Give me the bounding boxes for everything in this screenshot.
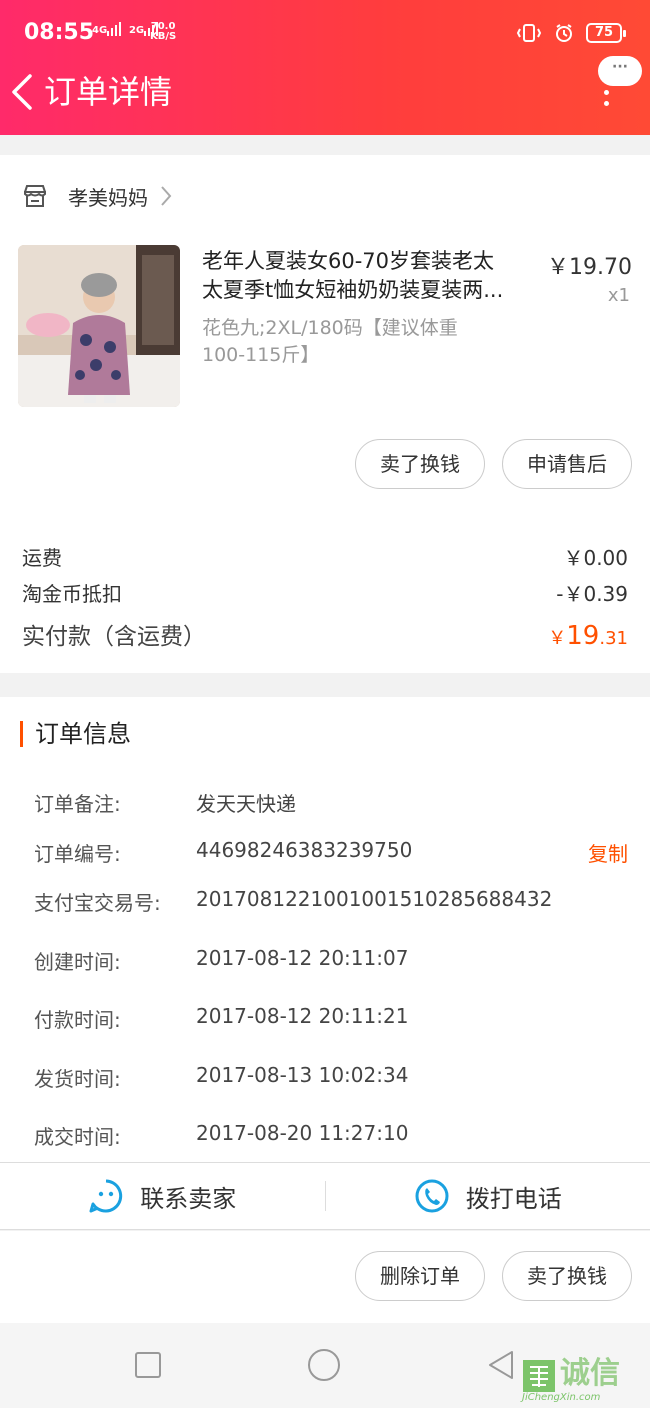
info-label: 创建时间: <box>34 950 121 974</box>
contact-seller-button[interactable]: 联系卖家 <box>0 1163 325 1229</box>
resell-bottom-button[interactable]: 卖了换钱 <box>502 1251 632 1301</box>
shipping-value: ￥0.00 <box>563 546 628 570</box>
order-info-title: 订单信息 <box>20 721 131 747</box>
info-label: 发货时间: <box>34 1067 121 1091</box>
chat-face-icon <box>89 1179 123 1213</box>
total-dec: .31 <box>599 628 628 649</box>
contact-seller-label: 联系卖家 <box>140 1184 237 1213</box>
watermark-url: JiChengXin.com <box>522 1392 601 1403</box>
chevron-right-icon <box>161 186 172 206</box>
home-icon[interactable] <box>307 1348 341 1382</box>
status-right: 75 <box>516 22 626 44</box>
info-row-order-no: 订单编号: 44698246383239750 复制 <box>34 838 628 867</box>
back-nav-icon[interactable] <box>486 1349 516 1381</box>
watermark: 诚信 JiChengXin.com <box>522 1356 642 1403</box>
total-row: 实付款（含运费） ￥19.31 <box>22 617 628 651</box>
total-amount: ￥19.31 <box>548 621 628 651</box>
resell-button[interactable]: 卖了换钱 <box>355 439 485 489</box>
shipping-label: 运费 <box>22 546 62 570</box>
product-spec: 花色九;2XL/180码【建议体重 100-115斤】 <box>202 315 502 369</box>
info-value: 2017081221001001510285688432 <box>196 887 553 911</box>
system-nav-bar: 诚信 JiChengXin.com <box>0 1323 650 1408</box>
info-row-paid: 付款时间: 2017-08-12 20:11:21 <box>34 1004 628 1033</box>
info-value: 2017-08-12 20:11:21 <box>196 1004 409 1028</box>
product-title[interactable]: 老年人夏装女60-70岁套装老太 太夏季t恤女短袖奶奶装夏装两... <box>202 247 532 305</box>
info-row-created: 创建时间: 2017-08-12 20:11:07 <box>34 946 628 975</box>
info-value: 44698246383239750 <box>196 838 413 862</box>
page-title: 订单详情 <box>44 73 173 111</box>
total-symbol: ￥ <box>548 628 567 649</box>
bottom-action-bar: 删除订单 卖了换钱 <box>0 1231 650 1323</box>
shop-name: 孝美妈妈 <box>68 185 148 210</box>
battery-indicator: 75 <box>586 23 626 43</box>
coin-row: 淘金币抵扣 -￥0.39 <box>22 578 628 607</box>
info-row-alipay: 支付宝交易号: 2017081221001001510285688432 <box>34 887 628 916</box>
recent-apps-icon[interactable] <box>134 1351 162 1379</box>
signal-bars-icon <box>107 22 122 36</box>
info-label: 支付宝交易号: <box>34 891 161 915</box>
info-row-shipped: 发货时间: 2017-08-13 10:02:34 <box>34 1063 628 1092</box>
watermark-logo-icon <box>523 1360 555 1392</box>
signal-2-label: 2G <box>128 25 145 36</box>
product-image <box>18 245 180 407</box>
total-int: 19 <box>566 621 600 651</box>
call-phone-button[interactable]: 拨打电话 <box>326 1163 650 1229</box>
info-row-closed: 成交时间: 2017-08-20 11:27:10 <box>34 1121 628 1150</box>
more-menu-icon[interactable] <box>604 90 610 112</box>
net-speed-unit: KB/S <box>150 31 177 42</box>
net-speed: 70.0 KB/S <box>150 22 176 42</box>
status-bar: 08:55 4G 2G 70.0 KB/S 75 <box>0 0 650 64</box>
contact-bar: 联系卖家 拨打电话 <box>0 1162 650 1230</box>
phone-icon <box>415 1179 449 1213</box>
more-bubble[interactable]: ··· <box>598 56 642 86</box>
info-row-remark: 订单备注: 发天天快递 <box>34 788 628 817</box>
product-card: 孝美妈妈 老年人夏装女60-70岁套装老太 太夏季t恤女短袖奶奶装夏装两... … <box>0 155 650 673</box>
shipping-row: 运费 ￥0.00 <box>22 542 628 571</box>
info-value: 2017-08-13 10:02:34 <box>196 1063 409 1087</box>
coin-value: -￥0.39 <box>556 582 628 606</box>
delete-order-button[interactable]: 删除订单 <box>355 1251 485 1301</box>
alarm-icon <box>556 24 572 42</box>
status-time: 08:55 <box>24 20 95 45</box>
product-title-line1: 老年人夏装女60-70岁套装老太 <box>202 249 495 273</box>
total-label: 实付款（含运费） <box>22 624 206 650</box>
info-value: 发天天快递 <box>196 792 296 816</box>
product-title-line2: 太夏季t恤女短袖奶奶装夏装两... <box>202 278 504 302</box>
signal-1-label: 4G <box>92 25 108 36</box>
info-label: 订单备注: <box>34 792 121 816</box>
back-arrow-icon[interactable] <box>8 72 38 112</box>
vibrate-icon <box>516 24 542 42</box>
info-label: 成交时间: <box>34 1125 121 1149</box>
info-value: 2017-08-20 11:27:10 <box>196 1121 409 1145</box>
copy-button[interactable]: 复制 <box>588 838 628 867</box>
shop-icon <box>24 185 46 207</box>
after-sale-button[interactable]: 申请售后 <box>502 439 632 489</box>
product-thumbnail[interactable] <box>18 245 180 407</box>
product-spec-line2: 100-115斤】 <box>202 344 320 366</box>
app-header: 08:55 4G 2G 70.0 KB/S 75 订单详情 ··· <box>0 0 650 135</box>
product-spec-line1: 花色九;2XL/180码【建议体重 <box>202 317 458 339</box>
shop-row[interactable]: 孝美妈妈 <box>22 181 172 211</box>
signal-indicators: 4G 2G <box>92 22 159 36</box>
watermark-text: 诚信 <box>560 1356 620 1391</box>
product-quantity: x1 <box>607 285 630 306</box>
info-label: 付款时间: <box>34 1008 121 1032</box>
coin-label: 淘金币抵扣 <box>22 582 122 606</box>
call-phone-label: 拨打电话 <box>465 1184 562 1213</box>
product-price: ￥19.70 <box>547 255 632 280</box>
nav-row: 订单详情 ··· <box>0 56 650 134</box>
info-value: 2017-08-12 20:11:07 <box>196 946 409 970</box>
info-label: 订单编号: <box>34 842 121 866</box>
order-info-card: 订单信息 订单备注: 发天天快递 订单编号: 44698246383239750… <box>0 697 650 1162</box>
